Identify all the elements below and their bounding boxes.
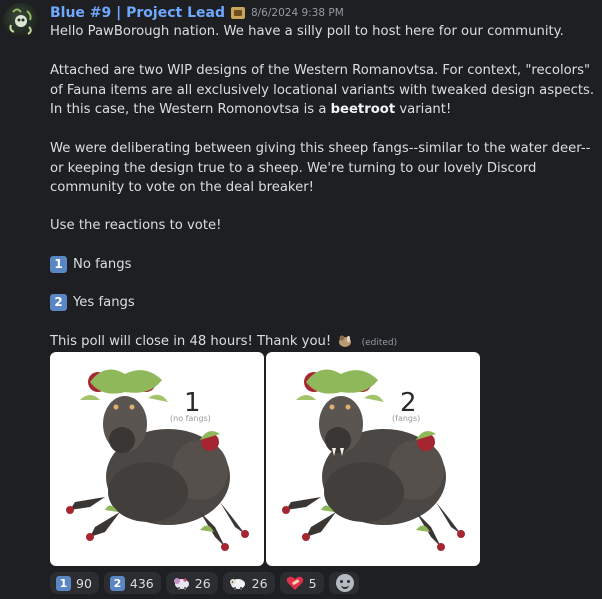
sheep-sticker-icon: [173, 578, 189, 590]
smiley-add-reaction-icon: [335, 574, 354, 592]
keycap-1-icon: 1: [56, 575, 71, 591]
add-reaction-button[interactable]: [328, 572, 359, 594]
attachment-image-fangs[interactable]: 2 (fangs): [266, 352, 480, 566]
reaction-heart[interactable]: 5: [279, 572, 324, 594]
reaction-keycap-2[interactable]: 2 436: [103, 572, 161, 594]
reaction-count: 90: [76, 575, 92, 591]
closing-text: This poll will close in 48 hours! Thank …: [50, 334, 332, 349]
message-paragraph-2: Attached are two WIP designs of the West…: [50, 61, 598, 120]
author-name[interactable]: Blue #9 | Project Lead: [50, 5, 225, 21]
paragraph-2-bold: beetroot: [330, 102, 396, 117]
reactions-bar: 1 90 2 436 26 26 5: [50, 572, 359, 594]
avatar[interactable]: [3, 3, 39, 39]
poll-option-1: 1 No fangs: [50, 255, 598, 275]
message-paragraph-4: Use the reactions to vote!: [50, 218, 222, 233]
poll-option-2: 2 Yes fangs: [50, 293, 598, 313]
message-header: Blue #9 | Project Lead 8/6/2024 9:38 PM: [50, 4, 344, 22]
keycap-2-icon: 2: [50, 293, 67, 311]
sheep-icon: [229, 579, 245, 590]
role-badge-icon: [230, 7, 245, 19]
message-closing: This poll will close in 48 hours! Thank …: [50, 332, 598, 354]
message-line-1: Hello PawBorough nation. We have a silly…: [50, 24, 564, 39]
keycap-2-icon: 2: [109, 575, 125, 591]
attachment-caption: (no fangs): [170, 414, 211, 423]
sheep-illustration-2: [282, 369, 465, 551]
reaction-sheep-sticker[interactable]: 26: [165, 572, 218, 594]
poll-option-1-label: No fangs: [73, 257, 132, 272]
poll-option-2-label: Yes fangs: [73, 295, 135, 310]
timestamp: 8/6/2024 9:38 PM: [250, 7, 344, 19]
reaction-count: 26: [194, 575, 211, 591]
attachment-image-no-fangs[interactable]: 1 (no fangs): [50, 352, 264, 566]
reaction-sheep-emoji[interactable]: 26: [222, 572, 275, 594]
heart-bandage-icon: [286, 576, 303, 590]
edited-label: (edited): [361, 338, 398, 348]
message-paragraph-3: We were deliberating between giving this…: [50, 141, 591, 195]
reaction-count: 26: [251, 575, 268, 591]
sheep-illustration-1: [66, 369, 249, 551]
sheep-thumbs-up-emoji-icon: [337, 334, 353, 348]
reaction-count: 436: [129, 575, 154, 591]
attachment-caption: (fangs): [392, 414, 421, 423]
paragraph-2-text-a: Attached are two WIP designs of the West…: [50, 63, 595, 117]
paragraph-2-text-b: variant!: [395, 102, 452, 117]
reaction-count: 5: [308, 575, 317, 591]
reaction-keycap-1[interactable]: 1 90: [50, 572, 99, 594]
keycap-1-icon: 1: [50, 255, 67, 273]
